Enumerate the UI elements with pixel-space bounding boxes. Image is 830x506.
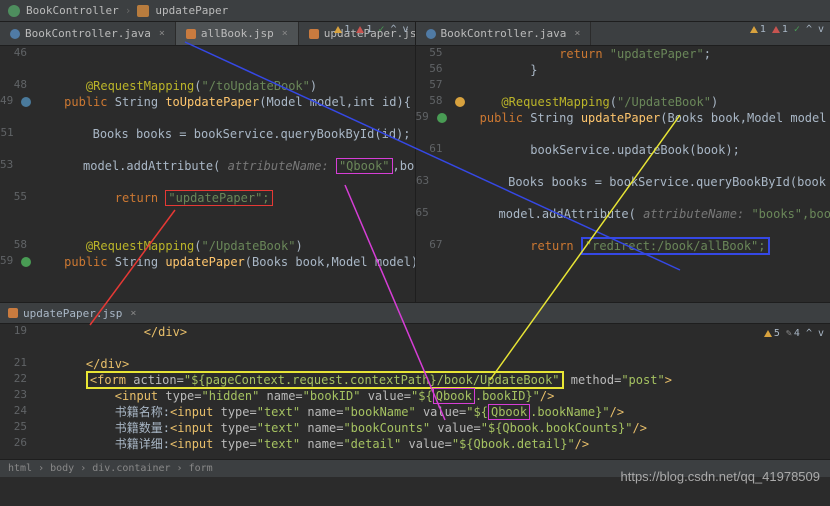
- gutter-icon[interactable]: [21, 97, 31, 107]
- chevron-down-icon[interactable]: v: [402, 24, 408, 35]
- left-status: 1 1 ✓ ^ v: [334, 24, 408, 35]
- breadcrumb-item[interactable]: html: [8, 463, 32, 474]
- highlight-redirect: "redirect:/book/allBook";: [581, 237, 770, 255]
- split-editor: BookController.java× allBook.jsp× update…: [0, 22, 830, 302]
- breadcrumb-item[interactable]: form: [189, 463, 213, 474]
- highlight-qbook-bottom2: Qbook: [488, 404, 530, 420]
- jsp-icon: [309, 29, 319, 39]
- chevron-down-icon[interactable]: v: [818, 328, 824, 339]
- breadcrumb-sep: ›: [125, 4, 132, 17]
- highlight-qbook: "Qbook": [336, 158, 393, 174]
- jsp-icon: [8, 308, 18, 318]
- right-status: 1 1 ✓ ^ v: [750, 24, 824, 35]
- watermark: https://blog.csdn.net/qq_41978509: [621, 469, 821, 484]
- breadcrumb-method[interactable]: updatePaper: [155, 4, 228, 17]
- left-pane: BookController.java× allBook.jsp× update…: [0, 22, 416, 302]
- left-code[interactable]: 46 48 @RequestMapping("/toUpdateBook") 4…: [0, 46, 415, 270]
- right-code[interactable]: 55 return "updatePaper"; 56 } 57 58 @Req…: [416, 46, 830, 254]
- check-icon: ✓: [794, 24, 800, 35]
- tab-bookcontroller-java-right[interactable]: BookController.java×: [416, 22, 592, 45]
- chevron-up-icon[interactable]: ^: [806, 328, 812, 339]
- warning-icon: [334, 26, 342, 33]
- bottom-tab[interactable]: updatePaper.jsp ×: [0, 302, 830, 324]
- java-icon: [426, 29, 436, 39]
- method-icon: [137, 5, 149, 17]
- check-icon: ✓: [378, 24, 384, 35]
- bottom-status: 5 ✎4 ^ v: [764, 328, 824, 339]
- error-icon: [356, 26, 364, 33]
- close-icon[interactable]: ×: [159, 28, 165, 39]
- java-icon: [10, 29, 20, 39]
- warning-icon: [750, 26, 758, 33]
- warning-icon: [764, 330, 772, 337]
- breadcrumb-item[interactable]: div.container: [92, 463, 170, 474]
- right-pane: BookController.java× 1 1 ✓ ^ v 55 return…: [416, 22, 830, 302]
- gutter-icon[interactable]: [437, 113, 447, 123]
- tab-bookcontroller-java[interactable]: BookController.java×: [0, 22, 176, 45]
- bottom-pane[interactable]: 5 ✎4 ^ v 19 </div> 21 </div> 22 <form ac…: [0, 324, 830, 459]
- highlight-updatepaper: "updatePaper";: [165, 190, 272, 206]
- chevron-up-icon[interactable]: ^: [390, 24, 396, 35]
- bulb-icon[interactable]: [455, 97, 465, 107]
- breadcrumb-top: BookController › updatePaper: [0, 0, 830, 22]
- chevron-up-icon[interactable]: ^: [806, 24, 812, 35]
- error-icon: [772, 26, 780, 33]
- close-icon[interactable]: ×: [130, 308, 136, 319]
- close-icon[interactable]: ×: [282, 28, 288, 39]
- class-icon: [8, 5, 20, 17]
- breadcrumb-class[interactable]: BookController: [26, 4, 119, 17]
- breadcrumb-item[interactable]: body: [50, 463, 74, 474]
- close-icon[interactable]: ×: [574, 28, 580, 39]
- tab-allbook-jsp[interactable]: allBook.jsp×: [176, 22, 299, 45]
- gutter-icon[interactable]: [21, 257, 31, 267]
- highlight-form-action: <form action="${pageContext.request.cont…: [86, 371, 564, 389]
- highlight-qbook-bottom: Qbook: [433, 388, 475, 404]
- chevron-down-icon[interactable]: v: [818, 24, 824, 35]
- jsp-icon: [186, 29, 196, 39]
